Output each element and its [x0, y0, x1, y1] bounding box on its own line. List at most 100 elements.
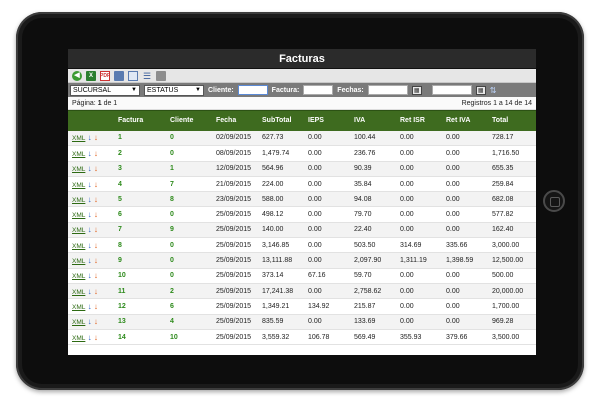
calendar-icon[interactable]: ▦ — [411, 85, 422, 95]
table-row[interactable]: XML ↓ ↓ 13 4 25/09/2015 835.59 0.00 133.69 0.00… — [68, 314, 536, 330]
xml-download-link[interactable]: XML — [72, 166, 85, 173]
upload-arrow-icon[interactable]: ↓ — [92, 149, 98, 158]
card-view-icon[interactable] — [128, 70, 138, 81]
table-row[interactable]: XML ↓ ↓ 1 0 02/09/2015 627.73 0.00 100.44 0.00 0… — [68, 130, 536, 147]
cell-ret-isr: 0.00 — [396, 283, 442, 300]
upload-arrow-icon[interactable]: ↓ — [92, 271, 98, 280]
cell-subtotal: 3,146.85 — [258, 237, 304, 254]
table-row[interactable]: XML ↓ ↓ 9 0 25/09/2015 13,111.88 0.00 2,097.90… — [68, 252, 536, 269]
upload-arrow-icon[interactable]: ↓ — [92, 302, 98, 311]
cell-ieps: 106.78 — [304, 329, 350, 346]
xml-download-link[interactable]: XML — [72, 151, 85, 158]
calendar-icon[interactable]: ▦ — [475, 85, 486, 95]
upload-arrow-icon[interactable]: ↓ — [92, 133, 98, 142]
xml-download-link[interactable]: XML — [72, 258, 85, 265]
row-actions: XML ↓ ↓ — [68, 329, 114, 346]
printer-icon[interactable] — [156, 70, 166, 81]
row-actions: XML ↓ ↓ — [68, 161, 114, 177]
cell-iva: 100.44 — [350, 130, 396, 147]
cell-factura: 3 — [114, 161, 166, 177]
xml-download-link[interactable]: XML — [72, 227, 85, 234]
column-header-subtotal[interactable]: SubTotal — [258, 110, 304, 131]
cliente-label: Cliente: — [208, 86, 234, 94]
table-row[interactable]: XML ↓ ↓ 3 1 12/09/2015 564.96 0.00 90.39 0.00 0.… — [68, 161, 536, 177]
upload-arrow-icon[interactable]: ↓ — [92, 225, 98, 234]
table-header-row: Factura Cliente Fecha SubTotal IEPS IVA Ret IS… — [68, 110, 536, 131]
excel-export-icon[interactable]: X — [86, 70, 96, 81]
cell-factura: 13 — [114, 314, 166, 330]
table-row[interactable]: XML ↓ ↓ 5 8 23/09/2015 588.00 0.00 94.08 0.00 0.… — [68, 191, 536, 208]
cell-subtotal: 373.14 — [258, 268, 304, 284]
page-of: de 1 — [103, 99, 118, 107]
xml-download-link[interactable]: XML — [72, 289, 85, 296]
cell-ret-isr: 314.69 — [396, 237, 442, 254]
upload-arrow-icon[interactable]: ↓ — [92, 256, 98, 265]
column-header-ret-iva[interactable]: Ret IVA — [442, 110, 488, 131]
cell-total: 500.00 — [488, 268, 536, 284]
sort-icon[interactable]: ⇅ — [490, 86, 497, 95]
upload-arrow-icon[interactable]: ↓ — [92, 195, 98, 204]
cell-cliente: 0 — [166, 145, 212, 162]
xml-download-link[interactable]: XML — [72, 197, 85, 204]
xml-download-link[interactable]: XML — [72, 319, 85, 326]
cell-ret-isr: 0.00 — [396, 161, 442, 177]
print-preview-icon[interactable] — [114, 70, 124, 81]
column-header-ieps[interactable]: IEPS — [304, 110, 350, 131]
xml-download-link[interactable]: XML — [72, 335, 85, 342]
back-icon[interactable]: ◀ — [72, 70, 82, 81]
xml-download-link[interactable]: XML — [72, 182, 85, 189]
cliente-input[interactable] — [237, 85, 268, 95]
cell-iva: 236.76 — [350, 145, 396, 162]
table-row[interactable]: XML ↓ ↓ 14 10 25/09/2015 3,559.32 106.78 569.4… — [68, 329, 536, 346]
upload-arrow-icon[interactable]: ↓ — [92, 333, 98, 342]
cell-fecha: 02/09/2015 — [212, 130, 258, 147]
table-row[interactable]: XML ↓ ↓ 11 2 25/09/2015 17,241.38 0.00 2,758.6… — [68, 283, 536, 300]
table-row[interactable]: XML ↓ ↓ 12 6 25/09/2015 1,349.21 134.92 215.87… — [68, 298, 536, 315]
factura-input[interactable] — [303, 85, 334, 95]
cell-iva: 503.50 — [350, 237, 396, 254]
fecha-desde-input[interactable] — [367, 85, 408, 95]
fecha-hasta-input[interactable] — [431, 85, 472, 95]
facturas-table: Factura Cliente Fecha SubTotal IEPS IVA Ret IS… — [68, 110, 536, 346]
xml-download-link[interactable]: XML — [72, 304, 85, 311]
table-row[interactable]: XML ↓ ↓ 10 0 25/09/2015 373.14 67.16 59.70 0.00… — [68, 268, 536, 284]
column-header-iva[interactable]: IVA — [350, 110, 396, 131]
upload-arrow-icon[interactable]: ↓ — [92, 287, 98, 296]
estatus-select[interactable]: ESTATUS ▼ — [144, 84, 204, 96]
table-row[interactable]: XML ↓ ↓ 7 9 25/09/2015 140.00 0.00 22.40 0.00 0.… — [68, 222, 536, 239]
cell-ret-iva: 0.00 — [442, 268, 488, 284]
xml-download-link[interactable]: XML — [72, 273, 85, 280]
upload-arrow-icon[interactable]: ↓ — [92, 164, 98, 173]
cell-ieps: 0.00 — [304, 314, 350, 330]
cell-ret-iva: 0.00 — [442, 145, 488, 162]
column-header-factura[interactable]: Factura — [114, 110, 166, 131]
table-row[interactable]: XML ↓ ↓ 2 0 08/09/2015 1,479.74 0.00 236.76 0.0… — [68, 145, 536, 162]
xml-download-link[interactable]: XML — [72, 212, 85, 219]
table-row[interactable]: XML ↓ ↓ 6 0 25/09/2015 498.12 0.00 79.70 0.00 0.… — [68, 206, 536, 223]
xml-download-link[interactable]: XML — [72, 243, 85, 250]
cell-factura: 9 — [114, 252, 166, 269]
cell-ret-isr: 0.00 — [396, 222, 442, 239]
row-actions: XML ↓ ↓ — [68, 268, 114, 284]
upload-arrow-icon[interactable]: ↓ — [92, 317, 98, 326]
cell-subtotal: 588.00 — [258, 191, 304, 208]
upload-arrow-icon[interactable]: ↓ — [92, 241, 98, 250]
toolbar: ◀ X PDF ☰ — [68, 69, 536, 83]
table-row[interactable]: XML ↓ ↓ 8 0 25/09/2015 3,146.85 0.00 503.50 314… — [68, 237, 536, 254]
cell-ret-iva: 0.00 — [442, 161, 488, 177]
upload-arrow-icon[interactable]: ↓ — [92, 180, 98, 189]
sucursal-select[interactable]: SUCURSAL ▼ — [70, 84, 140, 96]
row-actions: XML ↓ ↓ — [68, 298, 114, 315]
cell-subtotal: 627.73 — [258, 130, 304, 147]
page-current[interactable]: 1 — [98, 100, 102, 107]
tablet-home-button — [543, 190, 565, 212]
upload-arrow-icon[interactable]: ↓ — [92, 210, 98, 219]
column-header-fecha[interactable]: Fecha — [212, 110, 258, 131]
pdf-export-icon[interactable]: PDF — [100, 70, 110, 81]
xml-download-link[interactable]: XML — [72, 135, 85, 142]
column-header-total[interactable]: Total — [488, 110, 536, 131]
table-row[interactable]: XML ↓ ↓ 4 7 21/09/2015 224.00 0.00 35.84 0.00 0.… — [68, 176, 536, 193]
list-view-icon[interactable]: ☰ — [142, 71, 152, 81]
column-header-cliente[interactable]: Cliente — [166, 110, 212, 131]
column-header-ret-isr[interactable]: Ret ISR — [396, 110, 442, 131]
